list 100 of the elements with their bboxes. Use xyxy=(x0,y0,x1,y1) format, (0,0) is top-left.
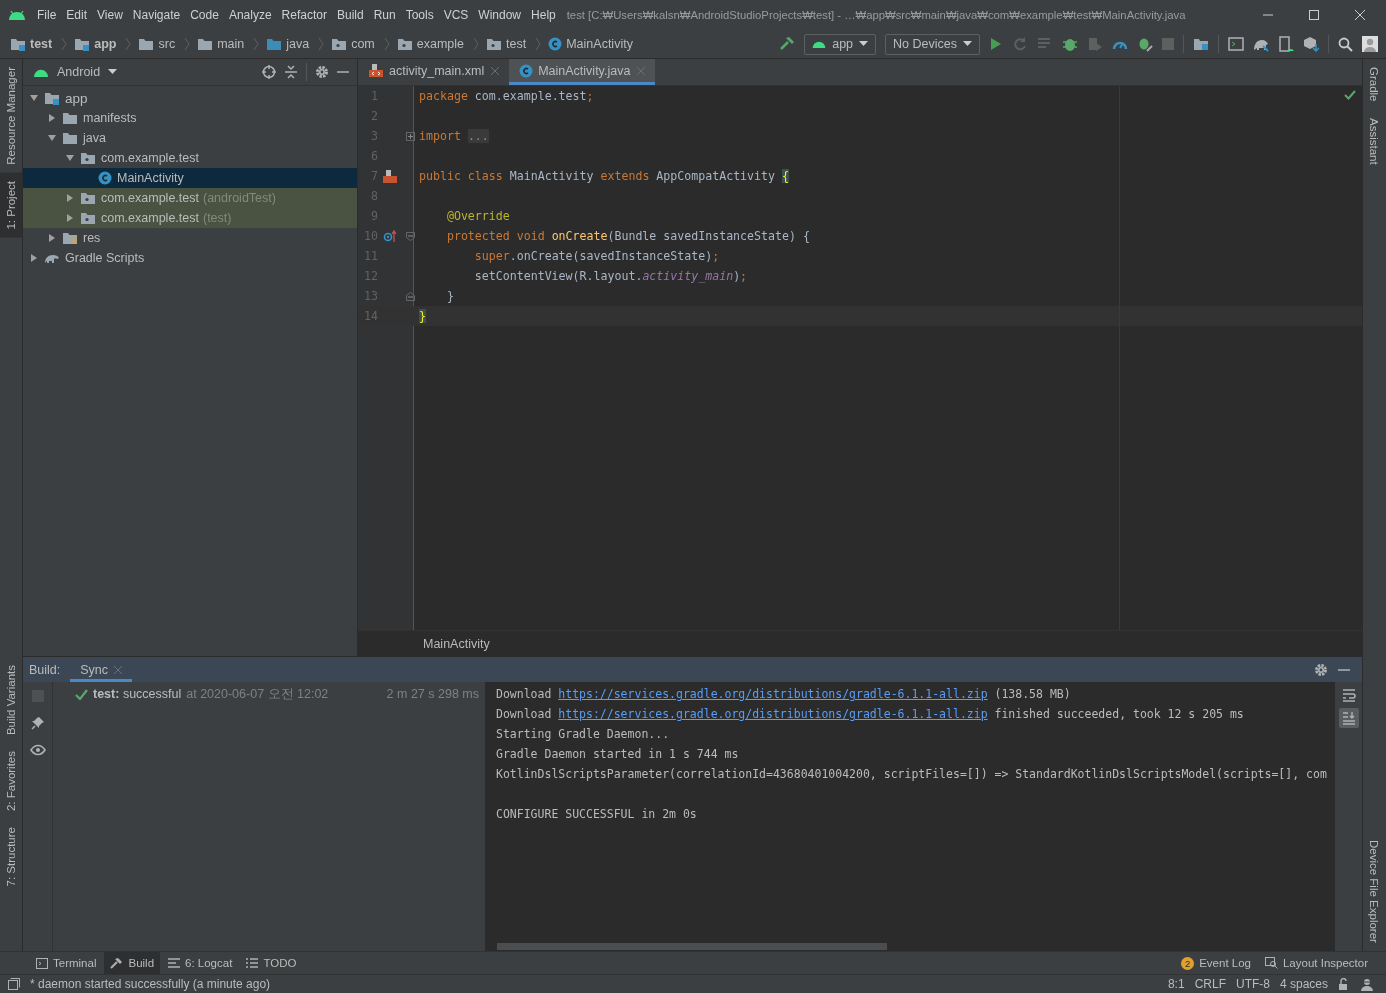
expanded-arrow-icon[interactable] xyxy=(29,93,39,103)
tree-item[interactable]: manifests xyxy=(23,108,357,128)
device-icon[interactable] xyxy=(1278,36,1294,52)
collapsed-arrow-icon[interactable] xyxy=(47,113,57,123)
lines-icon xyxy=(168,958,181,968)
menu-item[interactable]: Run xyxy=(368,8,401,22)
collapse-fold-icon[interactable] xyxy=(406,291,415,301)
package-icon xyxy=(80,211,96,225)
console-line: Starting Gradle Daemon... xyxy=(496,727,670,742)
settings-icon[interactable] xyxy=(315,65,329,79)
scroll-to-end-button[interactable] xyxy=(1338,708,1359,729)
tool-window-tab[interactable]: 1: Project xyxy=(0,172,22,238)
tree-item[interactable]: Gradle Scripts xyxy=(23,248,357,268)
tree-item[interactable]: app xyxy=(23,88,357,108)
menu-item[interactable]: Navigate xyxy=(127,8,186,22)
editor-tab[interactable]: MainActivity.java xyxy=(509,59,656,85)
breadcrumb-item[interactable]: java xyxy=(286,37,310,51)
run-configuration-dropdown[interactable]: app xyxy=(804,33,877,55)
hammer-icon[interactable] xyxy=(779,36,796,52)
target-icon[interactable] xyxy=(262,65,276,79)
expanded-arrow-icon[interactable] xyxy=(65,153,75,163)
tree-item[interactable]: com.example.test (test) xyxy=(23,208,357,228)
tree-item[interactable]: com.example.test xyxy=(23,148,357,168)
collapsed-arrow-icon[interactable] xyxy=(65,213,75,223)
download-link[interactable]: https://services.gradle.org/distributions/gradle-6.1.1-all.zip xyxy=(558,687,988,702)
tool-window-tab[interactable]: Gradle xyxy=(1363,59,1385,110)
breadcrumb-item[interactable]: com xyxy=(351,37,375,51)
box-download-icon[interactable] xyxy=(1303,36,1319,52)
breadcrumb-item[interactable]: test xyxy=(30,37,53,51)
tool-window-tab[interactable]: Device File Explorer xyxy=(1363,832,1385,951)
breadcrumb-item[interactable]: test xyxy=(506,37,527,51)
settings-icon[interactable] xyxy=(1314,662,1328,677)
breadcrumb-item[interactable]: MainActivity xyxy=(566,37,633,51)
collapsed-arrow-icon[interactable] xyxy=(29,253,39,263)
view-dropdown[interactable]: Android xyxy=(57,65,118,79)
tool-window-button[interactable]: Terminal xyxy=(30,952,103,974)
collapsed-arrow-icon[interactable] xyxy=(47,233,57,243)
menu-item[interactable]: Build xyxy=(331,8,369,22)
breadcrumb-item[interactable]: src xyxy=(158,37,176,51)
tool-window-tab[interactable]: Resource Manager xyxy=(0,59,22,173)
debug-icon[interactable] xyxy=(1062,36,1078,52)
menu-item[interactable]: File xyxy=(32,8,62,22)
download-link[interactable]: https://services.gradle.org/distributions/gradle-6.1.1-all.zip xyxy=(558,707,988,722)
tool-window-tab[interactable]: Build Variants xyxy=(0,657,22,744)
menu-item[interactable]: Refactor xyxy=(276,8,332,22)
avatar-icon[interactable] xyxy=(1362,36,1378,52)
layout-file-icon[interactable] xyxy=(382,168,398,184)
status-item[interactable]: 8:1 xyxy=(1167,977,1185,991)
terminal-window-icon[interactable] xyxy=(1228,36,1244,52)
console-line: CONFIGURE SUCCESSFUL in 2m 0s xyxy=(496,807,697,822)
menu-item[interactable]: VCS xyxy=(438,8,474,22)
project-structure-icon[interactable] xyxy=(1193,36,1209,52)
tool-window-button[interactable]: 6: Logcat xyxy=(162,952,239,974)
build-result-row[interactable]: test: successful at 2020-06-07 오전 12:02 2 m 27 s 298 ms xyxy=(53,682,485,705)
menu-item[interactable]: Analyze xyxy=(223,8,277,22)
tool-window-tab[interactable]: 7: Structure xyxy=(0,819,22,895)
breadcrumb-item[interactable]: app xyxy=(94,37,117,51)
menu-item[interactable]: Window xyxy=(473,8,527,22)
search-icon[interactable] xyxy=(1338,36,1353,52)
panel-tab[interactable]: Sync xyxy=(70,657,133,683)
status-item[interactable]: 4 spaces xyxy=(1279,977,1328,991)
check-icon xyxy=(75,688,88,700)
tree-item[interactable]: res xyxy=(23,228,357,248)
menu-item[interactable]: Code xyxy=(185,8,224,22)
collapse-all-icon[interactable] xyxy=(284,65,298,79)
unlock-icon[interactable] xyxy=(1338,978,1350,990)
editor-tab[interactable]: activity_main.xml xyxy=(358,59,510,85)
tool-window-tab[interactable]: Assistant xyxy=(1363,109,1385,173)
tool-window-button[interactable]: Layout Inspector xyxy=(1258,952,1374,974)
tool-window-tab[interactable]: 2: Favorites xyxy=(0,743,22,820)
expanded-arrow-icon[interactable] xyxy=(47,133,57,143)
tool-window-button[interactable]: 2 Event Log xyxy=(1175,952,1257,974)
status-item[interactable]: CRLF xyxy=(1194,977,1226,991)
module-folder-icon xyxy=(74,37,91,51)
override-icon[interactable] xyxy=(383,230,397,242)
menu-item[interactable]: Edit xyxy=(61,8,93,22)
soft-wrap-icon[interactable] xyxy=(1341,688,1356,703)
status-item[interactable]: UTF-8 xyxy=(1235,977,1270,991)
list-icon xyxy=(246,958,259,968)
editor-breadcrumb[interactable]: MainActivity xyxy=(423,636,490,651)
breadcrumb-item[interactable]: example xyxy=(416,37,465,51)
panel-toggle-icon[interactable] xyxy=(8,978,20,990)
tool-window-button[interactable]: Build xyxy=(104,952,161,974)
pin-icon[interactable] xyxy=(30,716,45,731)
tree-item[interactable]: java xyxy=(23,128,357,148)
menu-item[interactable]: Help xyxy=(526,8,561,22)
menu-item[interactable]: Tools xyxy=(400,8,439,22)
collapse-fold-icon[interactable] xyxy=(406,231,415,241)
folder-icon xyxy=(138,37,155,51)
run-icon[interactable] xyxy=(989,37,1003,51)
collapsed-arrow-icon[interactable] xyxy=(65,193,75,203)
breadcrumb-item[interactable]: main xyxy=(217,37,245,51)
expand-fold-icon[interactable] xyxy=(406,131,415,141)
maximize-icon[interactable] xyxy=(1308,9,1320,21)
tool-window-button[interactable]: TODO xyxy=(240,952,303,974)
tree-item[interactable]: com.example.test (androidTest) xyxy=(23,188,357,208)
device-dropdown[interactable]: No Devices xyxy=(885,33,980,55)
horizontal-scrollbar[interactable] xyxy=(497,943,887,950)
tree-item[interactable]: MainActivity xyxy=(23,168,357,188)
menu-item[interactable]: View xyxy=(92,8,128,22)
